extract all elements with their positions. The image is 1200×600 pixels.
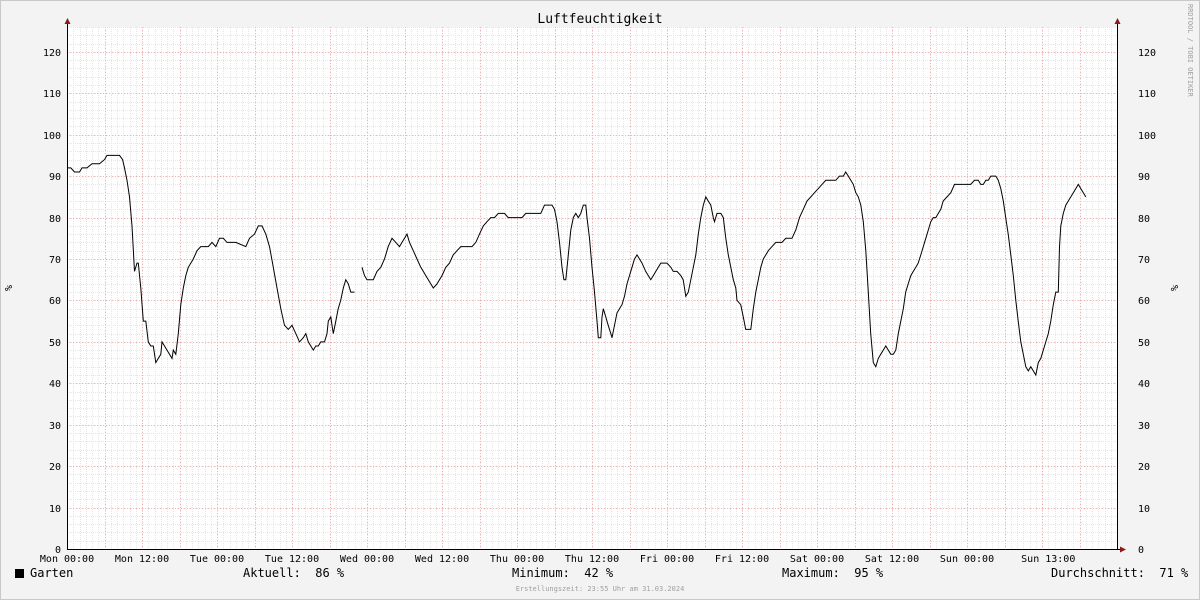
- y-tick-label-right: 50: [1138, 338, 1150, 349]
- x-tick-label: Thu 00:00: [490, 554, 544, 565]
- x-tick-label: Tue 12:00: [265, 554, 319, 565]
- y-tick-label-left: 60: [49, 296, 61, 307]
- legend-average: Durchschnitt: 71 %: [1051, 566, 1189, 580]
- x-tick-label: Fri 00:00: [640, 554, 694, 565]
- y-tick-label-left: 120: [43, 48, 61, 59]
- y-tick-label-right: 20: [1138, 462, 1150, 473]
- y-tick-label-left: 10: [49, 504, 61, 515]
- x-tick-label: Sun 00:00: [940, 554, 994, 565]
- x-tick-label: Sat 00:00: [790, 554, 844, 565]
- x-tick-label: Wed 12:00: [415, 554, 469, 565]
- x-tick-label: Fri 12:00: [715, 554, 769, 565]
- x-tick-label: Mon 00:00: [40, 554, 94, 565]
- creation-time: Erstellungszeit: 23:55 Uhr am 31.03.2024: [515, 585, 685, 593]
- humidity-chart: 0 010 1020 2030 3040 4050 5060 6070 7080 8090 9010…: [4, 12, 1181, 565]
- y-axis-arrow-left: [64, 18, 71, 24]
- y-tick-label-right: 60: [1138, 296, 1150, 307]
- y-tick-label-right: 0: [1138, 545, 1144, 556]
- y-tick-label-right: 90: [1138, 172, 1150, 183]
- y-tick-label-left: 50: [49, 338, 61, 349]
- legend-current: Aktuell: 86 %: [243, 566, 345, 580]
- series-swatch: [15, 569, 24, 578]
- y-tick-label-right: 110: [1138, 89, 1156, 100]
- legend: Garten Aktuell: 86 % Minimum: 42 % Maxim…: [0, 566, 1200, 586]
- y-tick-label-right: 80: [1138, 214, 1150, 225]
- y-axis-arrow-right: [1114, 18, 1121, 24]
- y-tick-label-right: 120: [1138, 48, 1156, 59]
- y-axis-label-right: %: [1170, 285, 1181, 291]
- y-tick-label-right: 70: [1138, 255, 1150, 266]
- y-tick-label-left: 80: [49, 214, 61, 225]
- y-tick-label-left: 90: [49, 172, 61, 183]
- y-tick-label-left: 100: [43, 131, 61, 142]
- x-tick-label: Sun 13:00: [1021, 554, 1075, 565]
- y-tick-label-left: 40: [49, 379, 61, 390]
- legend-series-label: Garten: [30, 566, 74, 580]
- legend-maximum: Maximum: 95 %: [782, 566, 884, 580]
- x-tick-label: Thu 12:00: [565, 554, 619, 565]
- x-axis-arrow: [1120, 546, 1126, 553]
- watermark-text: RRDTOOL / TOBI OETIKER: [1186, 4, 1194, 97]
- y-axis-label-left: %: [4, 285, 15, 291]
- chart-title: Luftfeuchtigkeit: [537, 12, 662, 27]
- y-tick-label-left: 70: [49, 255, 61, 266]
- y-tick-label-right: 100: [1138, 131, 1156, 142]
- legend-minimum: Minimum: 42 %: [512, 566, 614, 580]
- y-tick-label-left: 30: [49, 421, 61, 432]
- x-tick-label: Mon 12:00: [115, 554, 169, 565]
- y-tick-label-left: 110: [43, 89, 61, 100]
- x-tick-label: Tue 00:00: [190, 554, 244, 565]
- y-tick-label-right: 30: [1138, 421, 1150, 432]
- y-tick-label-left: 20: [49, 462, 61, 473]
- y-tick-label-right: 40: [1138, 379, 1150, 390]
- x-tick-label: Sat 12:00: [865, 554, 919, 565]
- x-tick-label: Wed 00:00: [340, 554, 394, 565]
- y-tick-label-right: 10: [1138, 504, 1150, 515]
